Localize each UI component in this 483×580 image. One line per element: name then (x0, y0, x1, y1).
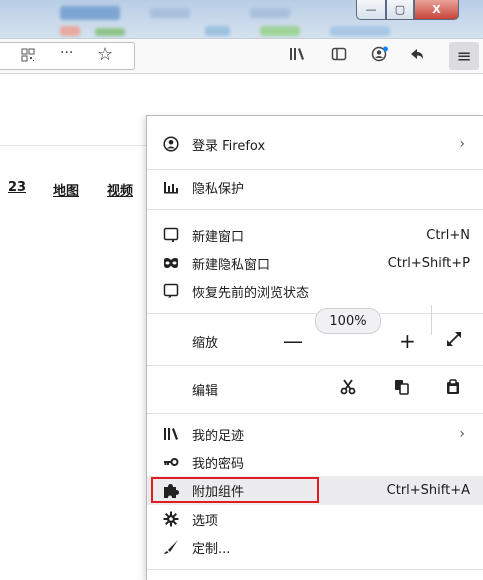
chevron-right-icon: › (459, 136, 465, 152)
nav-link-partial[interactable]: 23 (8, 180, 26, 195)
window-titlebar: — ▢ X (0, 0, 483, 38)
more-icon[interactable]: ··· (60, 45, 73, 61)
library-books-icon (163, 426, 179, 442)
qr-code-icon[interactable] (21, 48, 35, 62)
blurred-tab (150, 8, 190, 18)
account-icon[interactable] (371, 46, 389, 62)
blurred-tab (250, 8, 290, 18)
menu-item-edit: 编辑 (147, 368, 483, 410)
menu-item-new-window-label: 新建窗口 (192, 229, 245, 245)
user-circle-icon (163, 136, 179, 152)
shortcut-new-private-window: Ctrl+Shift+P (387, 255, 470, 271)
key-icon (163, 454, 179, 470)
pen-icon (163, 539, 179, 555)
menu-item-privacy-label: 隐私保护 (192, 181, 245, 197)
menu-item-customize-label: 定制... (192, 541, 231, 557)
gear-icon (163, 511, 179, 527)
blurred-bookmark (60, 26, 80, 36)
menu-item-new-window[interactable]: 新建窗口 Ctrl+N (147, 220, 483, 250)
menu-item-login-label: 登录 Firefox (192, 138, 266, 154)
close-button[interactable]: X (414, 0, 459, 20)
menu-item-privacy[interactable]: 隐私保护 (147, 169, 483, 205)
nav-link-map[interactable]: 地图 (53, 180, 79, 199)
menu-item-restore-session[interactable]: 恢复先前的浏览状态 (147, 276, 483, 306)
blurred-bookmark (95, 28, 125, 36)
library-icon[interactable] (289, 46, 305, 62)
menu-item-zoom: 缩放 — 100% + (147, 305, 483, 362)
menu-item-zoom-label: 缩放 (192, 335, 219, 351)
back-arrow-icon[interactable] (409, 46, 425, 62)
menu-glyph: ≡ (456, 45, 472, 67)
blurred-bookmark (260, 26, 300, 36)
new-window-icon (163, 227, 179, 243)
fullscreen-icon[interactable] (446, 331, 462, 351)
menu-separator (147, 365, 483, 366)
menu-item-new-private-window[interactable]: 新建隐私窗口 Ctrl+Shift+P (147, 248, 483, 278)
menu-item-new-private-window-label: 新建隐私窗口 (192, 257, 271, 273)
paste-icon[interactable] (446, 379, 460, 399)
privacy-chart-icon (163, 179, 179, 195)
highlight-annotation-box (151, 477, 319, 503)
restore-session-icon (163, 283, 179, 299)
menu-item-library-label: 我的足迹 (192, 428, 245, 444)
zoom-out-button[interactable]: — (283, 329, 303, 353)
menu-separator (147, 313, 483, 314)
browser-toolbar: ··· ☆ ≡ (0, 38, 483, 74)
maximize-button[interactable]: ▢ (386, 0, 414, 20)
menu-item-logins[interactable]: 我的密码 (147, 447, 483, 477)
private-mask-icon (163, 255, 179, 271)
menu-item-login[interactable]: 登录 Firefox › (147, 126, 483, 162)
star-icon[interactable]: ☆ (97, 44, 113, 65)
minimize-icon: — (365, 3, 377, 16)
blurred-bookmark (205, 26, 230, 36)
blurred-bookmark (330, 26, 390, 36)
menu-item-library[interactable]: 我的足迹 › (147, 419, 483, 449)
hamburger-menu-icon[interactable]: ≡ (449, 42, 479, 70)
zoom-reset-button[interactable]: 100% (315, 308, 381, 334)
url-bar[interactable]: ··· ☆ (0, 42, 135, 70)
chevron-right-icon: › (459, 426, 465, 442)
zoom-divider (431, 305, 432, 335)
shortcut-new-window: Ctrl+N (426, 227, 470, 243)
menu-item-addons[interactable]: 附加组件 Ctrl+Shift+A (147, 476, 483, 505)
nav-link-video[interactable]: 视频 (107, 180, 133, 199)
cut-icon[interactable] (340, 379, 356, 399)
menu-item-edit-label: 编辑 (192, 383, 219, 399)
menu-item-options[interactable]: 选项 (147, 504, 483, 534)
menu-separator (147, 209, 483, 210)
menu-separator (147, 413, 483, 414)
sidebar-icon[interactable] (331, 46, 347, 62)
menu-item-options-label: 选项 (192, 513, 219, 529)
close-icon: X (432, 3, 441, 16)
page-divider (0, 145, 146, 146)
minimize-button[interactable]: — (356, 0, 386, 20)
menu-item-restore-session-label: 恢复先前的浏览状态 (192, 285, 310, 301)
menu-item-customize[interactable]: 定制... (147, 532, 483, 562)
app-menu-panel: 登录 Firefox › 隐私保护 新建窗口 Ctrl+N 新建隐私窗口 Ctr… (146, 115, 483, 580)
maximize-icon: ▢ (394, 3, 406, 16)
shortcut-addons: Ctrl+Shift+A (386, 483, 470, 498)
menu-item-logins-label: 我的密码 (192, 456, 245, 472)
zoom-in-button[interactable]: + (399, 329, 416, 353)
copy-icon[interactable] (394, 379, 410, 399)
blurred-tab (60, 6, 120, 20)
menu-separator (147, 569, 483, 570)
